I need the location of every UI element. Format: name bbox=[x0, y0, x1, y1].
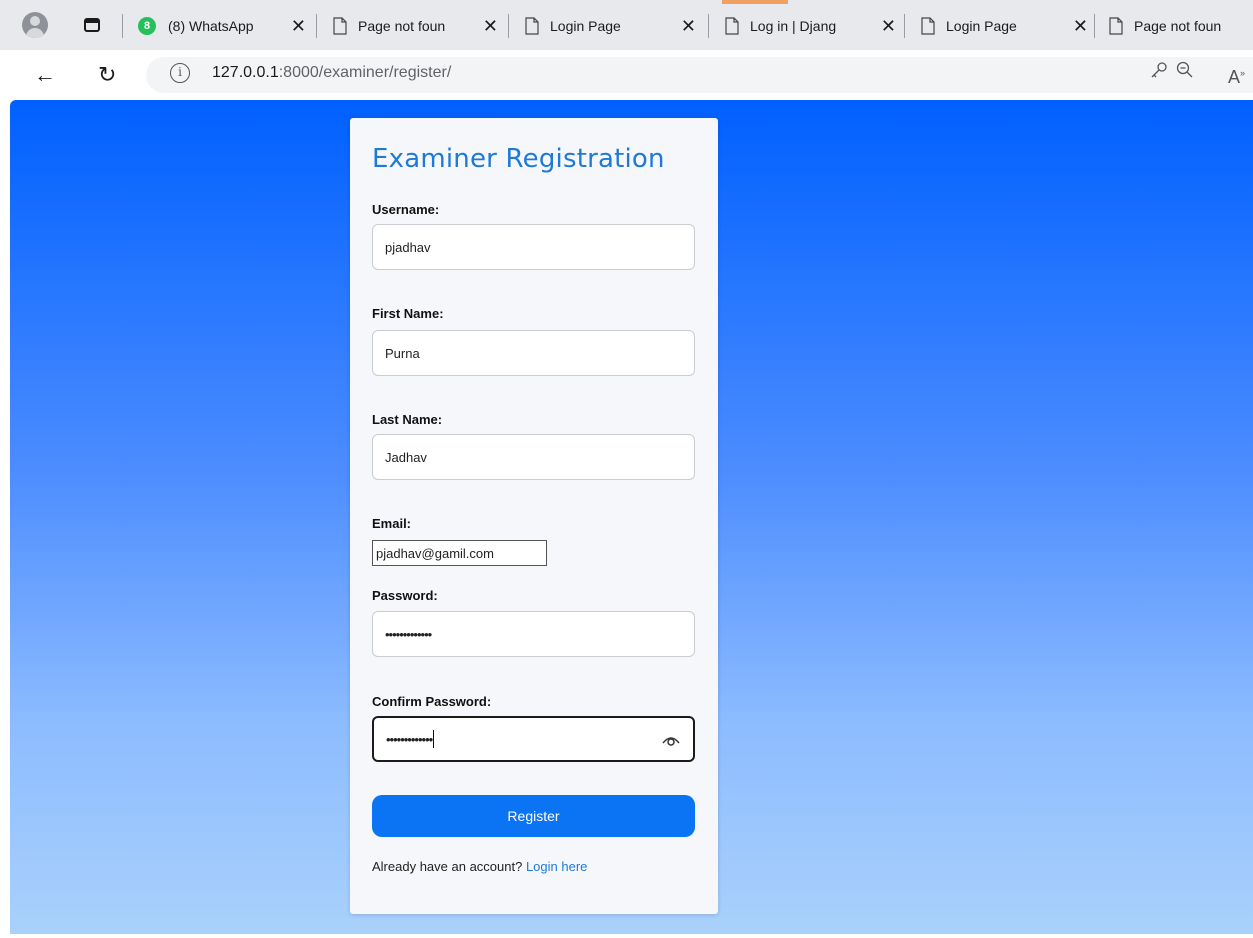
tab-separator bbox=[708, 14, 709, 38]
tab-actions-icon[interactable] bbox=[84, 18, 100, 32]
tab-title: Login Page bbox=[550, 18, 621, 34]
password-field[interactable]: ••••••••••••• bbox=[372, 611, 695, 657]
tab-title: Page not foun bbox=[358, 18, 446, 34]
tab-separator bbox=[316, 14, 317, 38]
username-label: Username: bbox=[372, 202, 440, 217]
email-label: Email: bbox=[372, 516, 412, 531]
login-prompt: Already have an account? Login here bbox=[372, 859, 588, 874]
whatsapp-icon: 8 bbox=[138, 17, 156, 35]
tab-title: Login Page bbox=[946, 18, 1017, 34]
tab-login-page[interactable]: Login Page ✕ bbox=[524, 10, 700, 42]
first-name-field[interactable]: Purna bbox=[372, 330, 695, 376]
tab-title: Page not foun bbox=[1134, 18, 1222, 34]
tab-title: (8) WhatsApp bbox=[168, 18, 254, 34]
close-icon[interactable]: ✕ bbox=[877, 16, 900, 37]
page-icon bbox=[525, 17, 539, 35]
url-text[interactable]: 127.0.0.1:8000/examiner/register/ bbox=[212, 61, 451, 85]
username-field[interactable]: pjadhav bbox=[372, 224, 695, 270]
show-password-eye-icon[interactable] bbox=[661, 730, 681, 750]
login-link[interactable]: Login here bbox=[526, 859, 587, 874]
tab-separator bbox=[1094, 14, 1095, 38]
close-icon[interactable]: ✕ bbox=[479, 16, 502, 37]
tab-title: Log in | Djang bbox=[750, 18, 837, 34]
tab-login-page-2[interactable]: Login Page ✕ bbox=[920, 10, 1092, 42]
confirm-password-field[interactable]: ••••••••••••• bbox=[372, 716, 695, 762]
key-icon[interactable] bbox=[1150, 61, 1168, 85]
page-icon bbox=[333, 17, 347, 35]
read-aloud-icon[interactable]: A» bbox=[1228, 61, 1245, 89]
close-icon[interactable]: ✕ bbox=[1069, 16, 1092, 37]
tab-separator bbox=[122, 14, 123, 38]
refresh-icon[interactable]: ↻ bbox=[98, 62, 116, 88]
last-name-field[interactable]: Jadhav bbox=[372, 434, 695, 480]
tab-django-login[interactable]: Log in | Djang ✕ bbox=[724, 10, 900, 42]
site-info-icon[interactable]: i bbox=[170, 63, 190, 83]
registration-card: Examiner Registration Username: pjadhav … bbox=[350, 118, 718, 914]
page-icon bbox=[921, 17, 935, 35]
page-icon bbox=[725, 17, 739, 35]
tab-page-not-found-2[interactable]: Page not foun bbox=[1108, 10, 1253, 42]
password-label: Password: bbox=[372, 588, 438, 603]
tab-separator bbox=[508, 14, 509, 38]
close-icon[interactable]: ✕ bbox=[287, 16, 310, 37]
last-name-label: Last Name: bbox=[372, 412, 443, 427]
first-name-label: First Name: bbox=[372, 306, 444, 321]
page-icon bbox=[1109, 17, 1123, 35]
zoom-out-icon[interactable] bbox=[1176, 61, 1194, 85]
tab-bar: 8 (8) WhatsApp ✕ Page not foun ✕ Login P… bbox=[0, 0, 1253, 50]
tab-loading-indicator bbox=[722, 0, 788, 4]
tab-separator bbox=[904, 14, 905, 38]
back-arrow-icon[interactable]: ← bbox=[34, 62, 56, 88]
text-caret bbox=[433, 730, 435, 748]
page-title: Examiner Registration bbox=[372, 144, 665, 174]
register-button[interactable]: Register bbox=[372, 795, 695, 837]
email-field[interactable]: pjadhav@gamil.com bbox=[372, 540, 547, 566]
tab-page-not-found[interactable]: Page not foun ✕ bbox=[332, 10, 502, 42]
tab-whatsapp[interactable]: 8 (8) WhatsApp ✕ bbox=[138, 10, 310, 42]
profile-avatar-icon[interactable] bbox=[22, 12, 48, 38]
close-icon[interactable]: ✕ bbox=[677, 16, 700, 37]
confirm-password-label: Confirm Password: bbox=[372, 694, 492, 709]
